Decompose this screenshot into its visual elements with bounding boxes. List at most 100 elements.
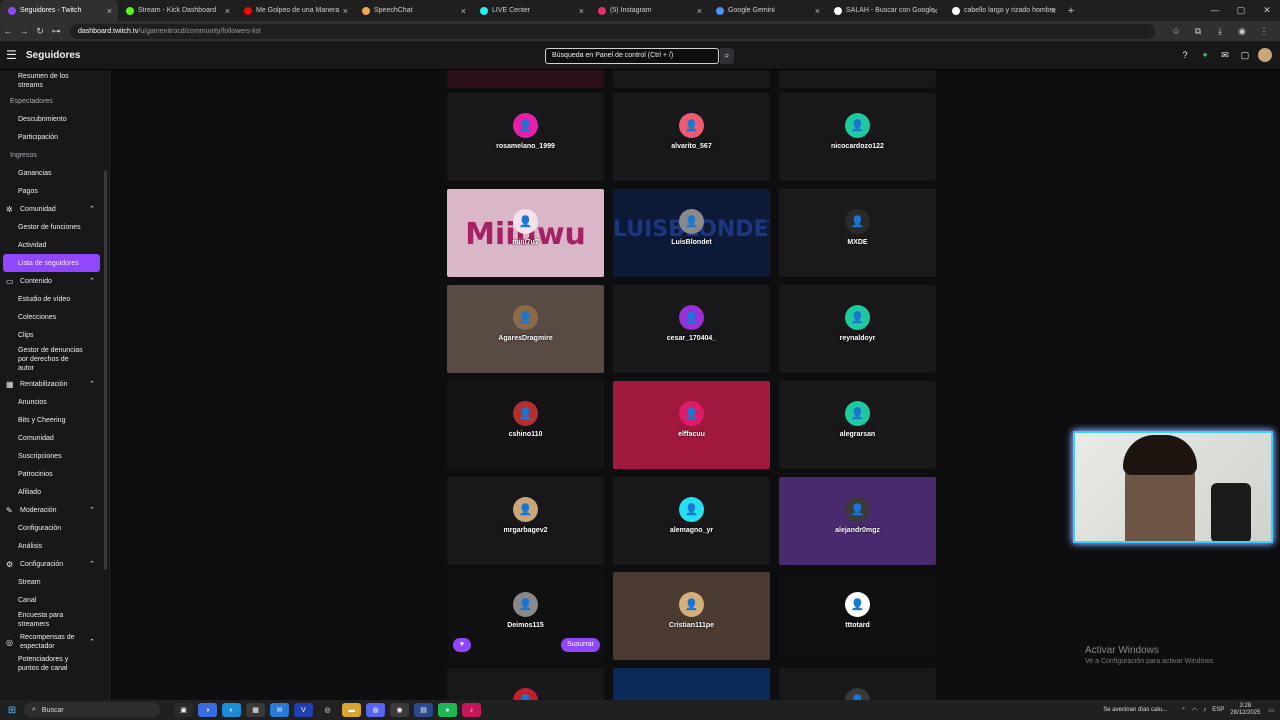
follower-avatar[interactable]: 👤 [513,209,538,234]
follower-avatar[interactable]: 👤 [679,113,704,138]
site-info-icon[interactable]: ⊶ [48,26,64,37]
sidebar-section[interactable]: ▭ Contenido ⌃ [0,272,109,290]
follower-card[interactable]: 👤 Cristian111pe [613,572,770,660]
follower-card[interactable]: 👤 nicocardozo122 [779,93,936,181]
follower-avatar[interactable]: 👤 [845,305,870,330]
follower-avatar[interactable]: 👤 [679,305,704,330]
sidebar-item[interactable]: Afiliado [0,483,109,501]
tiktok-icon[interactable]: ♪ [462,703,481,717]
follower-avatar[interactable]: 👤 [513,592,538,617]
windows-start-icon[interactable]: ⊞ [0,705,24,716]
follower-name[interactable]: elffacuu [613,431,770,438]
follower-avatar[interactable]: 👤 [845,592,870,617]
extensions-icon[interactable]: ⧉ [1187,26,1209,37]
minimize-icon[interactable]: — [1202,0,1228,21]
sidebar-item[interactable]: Bits y Cheering [0,411,109,429]
close-icon[interactable]: ✕ [1254,0,1280,21]
wifi-icon[interactable]: ◠ [1192,707,1197,714]
tab-close-icon[interactable]: × [461,6,466,16]
follower-card[interactable]: 👤 AgaresDragmire [447,285,604,373]
weather-text[interactable]: Se avecinan días calu... [1103,707,1167,713]
follower-avatar[interactable]: 👤 [513,305,538,330]
clock[interactable]: 3:28 28/12/2025 [1230,703,1260,717]
follower-name[interactable]: Deimos115 [447,622,604,629]
follower-name[interactable]: alvarito_567 [613,143,770,150]
follower-name[interactable]: nicocardozo122 [779,143,936,150]
whispers-icon[interactable]: ▢ [1238,50,1252,61]
sidebar-item[interactable]: Patrocinios [0,465,109,483]
follower-card[interactable]: 👤 rosamelano_1999 [447,93,604,181]
follower-name[interactable]: mrgarbagev2 [447,527,604,534]
discord-icon[interactable]: ◍ [366,703,385,717]
sidebar-section[interactable]: ◎ Recompensas de espectador ⌃ [0,631,109,653]
maximize-icon[interactable]: ▢ [1228,0,1254,21]
sidebar-item[interactable]: Ganancias [0,164,109,182]
tab-close-icon[interactable]: × [1051,6,1056,16]
follower-card[interactable]: 👤 tttotard [779,572,936,660]
chrome-icon[interactable]: ◉ [390,703,409,717]
sidebar-item[interactable]: Clips [0,326,109,344]
browser-tab[interactable]: cabello largo y rizado hombre × [944,0,1062,21]
follower-name[interactable]: reynaldoyr [779,335,936,342]
store-icon[interactable]: ▦ [246,703,265,717]
follower-card[interactable]: 👤 alejandr0mgz [779,477,936,565]
tab-close-icon[interactable]: × [933,6,938,16]
sidebar-item[interactable]: Stream [0,573,109,591]
browser-tab[interactable]: (5) Instagram × [590,0,708,21]
edge-icon[interactable]: ◐ [222,703,241,717]
follower-avatar[interactable]: 👤 [845,688,870,700]
follower-name[interactable]: rosamelano_1999 [447,143,604,150]
spotify-icon[interactable]: ● [438,703,457,717]
url-field[interactable]: dashboard.twitch.tv/u/gamenitrocd/commun… [70,23,1155,39]
follower-name[interactable]: alejandr0mgz [779,527,936,534]
tab-close-icon[interactable]: × [225,6,230,16]
explorer-icon[interactable]: ▬ [342,703,361,717]
bookmark-star-icon[interactable]: ☆ [1165,26,1187,37]
follower-card[interactable]: Miiuwu 👤 miiu7u7 [447,189,604,277]
sidebar-item[interactable]: Análisis [0,537,109,555]
follower-card[interactable]: 👤 MXDE [779,189,936,277]
follower-name[interactable]: AgaresDragmire [447,335,604,342]
follower-avatar[interactable]: 👤 [845,113,870,138]
download-icon[interactable]: ⤓ [1209,26,1231,37]
follower-avatar[interactable]: 👤 [845,497,870,522]
profile-icon[interactable]: ◉ [1231,26,1253,37]
taskbar-search[interactable]: ⌕ Buscar [24,702,160,718]
sidebar-item[interactable]: Potenciadores y puntos de canal [0,653,109,675]
follower-card[interactable]: 👤 elffacuu [613,381,770,469]
browser-tab[interactable]: Seguidores - Twitch × [0,0,118,21]
follower-name[interactable]: MXDE [779,239,936,246]
follower-avatar[interactable]: 👤 [845,209,870,234]
follower-card[interactable] [447,70,604,88]
follower-avatar[interactable]: 👤 [513,688,538,700]
follower-card[interactable]: 👤 [779,668,936,700]
sidebar-section[interactable]: ⚙ Configuración ⌃ [0,555,109,573]
sidebar-item[interactable]: Estudio de vídeo [0,290,109,308]
dashboard-search-input[interactable]: Búsqueda en Panel de control (Ctrl + /) [545,48,719,64]
reload-icon[interactable]: ↻ [32,26,48,37]
follower-name[interactable]: cshino110 [447,431,604,438]
sidebar-section[interactable]: ✎ Moderación ⌃ [0,501,109,519]
browser-tab[interactable]: Google Gemini × [708,0,826,21]
follower-card[interactable]: 👤 [447,668,604,700]
user-avatar[interactable] [1258,48,1272,62]
browser-tab[interactable]: Stream - Kick Dashboard × [118,0,236,21]
help-icon[interactable]: ? [1178,50,1192,60]
sidebar-scrollbar[interactable] [104,170,107,570]
notification-icon[interactable]: ▭ [1268,707,1274,714]
tab-close-icon[interactable]: × [697,6,702,16]
vegas-icon[interactable]: V [294,703,313,717]
follower-avatar[interactable]: 👤 [679,209,704,234]
sidebar-item[interactable]: Gestor de funciones [0,218,109,236]
obs-icon[interactable]: ◎ [318,703,337,717]
follower-avatar[interactable]: 👤 [845,401,870,426]
sidebar-item[interactable]: Resumen de los streams [0,70,109,92]
follower-name[interactable]: alegrarsan [779,431,936,438]
sidebar-item[interactable]: Anuncios [0,393,109,411]
follower-avatar[interactable]: 👤 [679,592,704,617]
follower-card[interactable] [613,668,770,700]
follower-name[interactable]: miiu7u7 [447,239,604,246]
follower-avatar[interactable]: 👤 [513,497,538,522]
sidebar-item[interactable]: Colecciones [0,308,109,326]
tray-chevron-icon[interactable]: ⌃ [1181,707,1186,714]
